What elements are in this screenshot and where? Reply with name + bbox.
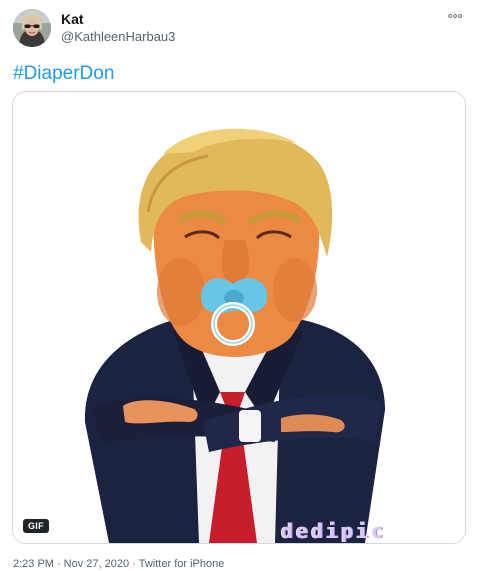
display-name[interactable]: Kat [61,11,175,27]
gif-badge: GIF [23,519,49,533]
profile-photo-icon [13,9,51,47]
avatar[interactable] [13,9,51,47]
meta-separator: · [56,558,61,570]
more-button[interactable] [443,7,467,25]
tweet: Kat @KathleenHarbau3 #DiaperDon GIF dedi… [0,0,477,570]
media-gif[interactable]: GIF dedipic [12,91,466,544]
user-handle[interactable]: @KathleenHarbau3 [61,29,175,45]
tweet-source[interactable]: Twitter for iPhone [139,558,225,570]
tweet-meta: 2:23 PM · Nov 27, 2020 · Twitter for iPhone [13,557,224,571]
author-block: Kat @KathleenHarbau3 [61,11,175,45]
tweet-text: #DiaperDon [13,62,114,86]
tweet-date[interactable]: Nov 27, 2020 [64,558,129,570]
gif-image [13,92,465,543]
hashtag-link[interactable]: #DiaperDon [13,63,114,84]
watermark-text: dedipic [281,519,387,543]
more-horizontal-icon [448,14,462,18]
meta-separator: · [132,558,136,570]
tweet-time[interactable]: 2:23 PM [13,558,54,570]
